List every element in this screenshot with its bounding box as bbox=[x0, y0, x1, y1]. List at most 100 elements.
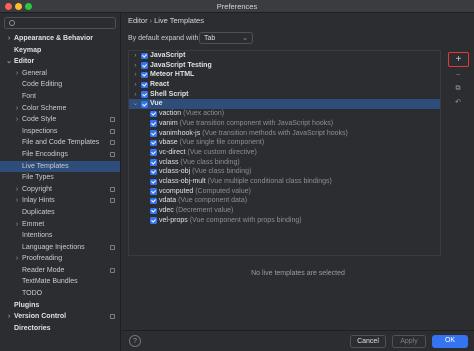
sidebar-item[interactable]: Inspections bbox=[0, 126, 120, 138]
sidebar-item[interactable]: › Version Control bbox=[0, 311, 120, 323]
template-row[interactable]: vanimhook-js (Vue transition methods wit… bbox=[129, 129, 440, 139]
cancel-button[interactable]: Cancel bbox=[350, 335, 386, 348]
enabled-checkbox[interactable] bbox=[150, 188, 157, 195]
chevron-right-icon[interactable]: › bbox=[13, 195, 21, 207]
sidebar-item[interactable]: Code Editing bbox=[0, 79, 120, 91]
chevron-down-icon[interactable]: ⌄ bbox=[5, 56, 13, 68]
chevron-down-icon: ⌄ bbox=[242, 35, 248, 42]
sidebar-item[interactable]: Reader Mode bbox=[0, 265, 120, 277]
chevron-right-icon[interactable]: › bbox=[13, 219, 21, 231]
remove-template-button[interactable]: − bbox=[453, 72, 463, 82]
sidebar-item[interactable]: TextMate Bundles bbox=[0, 276, 120, 288]
sidebar-item-label: Version Control bbox=[14, 313, 67, 321]
sidebar-item[interactable]: Keymap bbox=[0, 45, 120, 57]
enabled-checkbox[interactable] bbox=[150, 110, 157, 118]
chevron-right-icon[interactable]: › bbox=[132, 70, 139, 80]
sidebar-item[interactable]: › Copyright bbox=[0, 184, 120, 196]
enabled-checkbox[interactable] bbox=[150, 207, 157, 215]
enabled-checkbox[interactable] bbox=[150, 139, 157, 147]
chevron-right-icon[interactable]: › bbox=[132, 51, 139, 61]
chevron-right-icon[interactable]: › bbox=[13, 103, 21, 115]
sidebar-item[interactable]: Live Templates bbox=[0, 160, 120, 173]
enabled-checkbox[interactable] bbox=[141, 81, 148, 89]
enabled-checkbox[interactable] bbox=[150, 178, 157, 186]
template-row[interactable]: vaction (Vuex action) bbox=[129, 109, 440, 119]
copy-template-button[interactable]: ⧉ bbox=[453, 85, 463, 95]
enabled-checkbox[interactable] bbox=[150, 130, 157, 137]
chevron-right-icon[interactable]: › bbox=[132, 80, 139, 90]
template-row[interactable]: vbase (Vue single file component) bbox=[129, 138, 440, 148]
project-settings-icon bbox=[110, 151, 115, 157]
enabled-checkbox[interactable] bbox=[150, 168, 157, 176]
chevron-right-icon[interactable]: › bbox=[13, 68, 21, 80]
sidebar-item[interactable]: › Color Scheme bbox=[0, 103, 120, 115]
template-row[interactable]: vel-props (Vue component with props bind… bbox=[129, 216, 440, 226]
template-row[interactable]: vclass (Vue class binding) bbox=[129, 158, 440, 168]
sidebar-item[interactable]: File and Code Templates bbox=[0, 137, 120, 149]
template-row[interactable]: vanim (Vue transition component with Jav… bbox=[129, 119, 440, 129]
chevron-right-icon[interactable]: › bbox=[13, 253, 21, 265]
sidebar-item-label: Keymap bbox=[14, 46, 42, 54]
template-group-row[interactable]: › Shell Script bbox=[129, 90, 440, 100]
chevron-right-icon[interactable]: › bbox=[13, 114, 21, 126]
enabled-checkbox[interactable] bbox=[141, 62, 148, 69]
sidebar-item-label: TextMate Bundles bbox=[22, 278, 78, 286]
chevron-down-icon[interactable]: ⌄ bbox=[132, 99, 139, 109]
enabled-checkbox[interactable] bbox=[141, 101, 148, 108]
sidebar-item[interactable]: Font bbox=[0, 91, 120, 103]
sidebar-item[interactable]: › Code Style bbox=[0, 114, 120, 126]
template-row[interactable]: vclass-obj-mult (Vue multiple conditiona… bbox=[129, 177, 440, 187]
template-abbreviation: vc-direct (Vue custom directive) bbox=[159, 148, 257, 158]
restore-defaults-button[interactable]: ↶ bbox=[453, 98, 463, 108]
enabled-checkbox[interactable] bbox=[150, 217, 157, 224]
chevron-right-icon[interactable]: › bbox=[132, 90, 139, 100]
sidebar-item[interactable]: ⌄ Editor bbox=[0, 56, 120, 68]
chevron-right-icon[interactable]: › bbox=[13, 184, 21, 196]
sidebar-item[interactable]: File Types bbox=[0, 172, 120, 184]
template-row[interactable]: vdec (Decrement value) bbox=[129, 206, 440, 216]
enabled-checkbox[interactable] bbox=[150, 197, 157, 205]
template-name-text: vel-props bbox=[159, 216, 188, 224]
chevron-right-icon[interactable]: › bbox=[132, 61, 139, 71]
ok-button[interactable]: OK bbox=[432, 335, 468, 348]
settings-search-input[interactable] bbox=[18, 19, 113, 28]
sidebar-item[interactable]: › Inlay Hints bbox=[0, 195, 120, 207]
settings-search-box[interactable] bbox=[4, 17, 116, 29]
chevron-right-icon[interactable]: › bbox=[5, 311, 13, 323]
sidebar-item[interactable]: File Encodings bbox=[0, 149, 120, 161]
add-template-button[interactable]: + bbox=[448, 52, 469, 67]
template-row[interactable]: vcomputed (Computed value) bbox=[129, 187, 440, 197]
enabled-checkbox[interactable] bbox=[141, 52, 148, 60]
enabled-checkbox[interactable] bbox=[150, 159, 157, 166]
sidebar-item[interactable]: Duplicates bbox=[0, 207, 120, 219]
template-name-text: JavaScript bbox=[150, 52, 186, 59]
sidebar-item[interactable]: Intentions bbox=[0, 230, 120, 242]
enabled-checkbox[interactable] bbox=[141, 71, 148, 79]
template-row[interactable]: vclass-obj (Vue class binding) bbox=[129, 167, 440, 177]
template-group-row[interactable]: › React bbox=[129, 80, 440, 90]
sidebar-item[interactable]: › Proofreading bbox=[0, 253, 120, 265]
sidebar-item[interactable]: Language Injections bbox=[0, 242, 120, 254]
project-settings-icon bbox=[110, 314, 115, 320]
sidebar-item[interactable]: Directories bbox=[0, 323, 120, 335]
template-row[interactable]: vc-direct (Vue custom directive) bbox=[129, 148, 440, 158]
sidebar-item[interactable]: › Appearance & Behavior bbox=[0, 33, 120, 45]
template-group-row[interactable]: › JavaScript Testing bbox=[129, 61, 440, 71]
chevron-right-icon[interactable]: › bbox=[5, 33, 13, 45]
template-group-row[interactable]: › JavaScript bbox=[129, 51, 440, 61]
expand-with-select[interactable]: Tab ⌄ bbox=[199, 32, 253, 44]
sidebar-item[interactable]: › Emmet bbox=[0, 219, 120, 231]
template-row[interactable]: vdata (Vue component data) bbox=[129, 196, 440, 206]
breadcrumb-editor[interactable]: Editor bbox=[128, 16, 148, 25]
sidebar-item[interactable]: › General bbox=[0, 68, 120, 80]
template-group-row[interactable]: › Meteor HTML bbox=[129, 70, 440, 80]
template-name-text: React bbox=[150, 81, 170, 89]
sidebar-item[interactable]: TODO bbox=[0, 288, 120, 300]
enabled-checkbox[interactable] bbox=[141, 91, 148, 98]
enabled-checkbox[interactable] bbox=[150, 120, 157, 127]
enabled-checkbox[interactable] bbox=[150, 149, 157, 156]
apply-button[interactable]: Apply bbox=[392, 335, 426, 348]
sidebar-item[interactable]: Plugins bbox=[0, 300, 120, 312]
template-group-row[interactable]: ⌄ Vue bbox=[129, 99, 440, 110]
help-button[interactable]: ? bbox=[129, 335, 141, 347]
